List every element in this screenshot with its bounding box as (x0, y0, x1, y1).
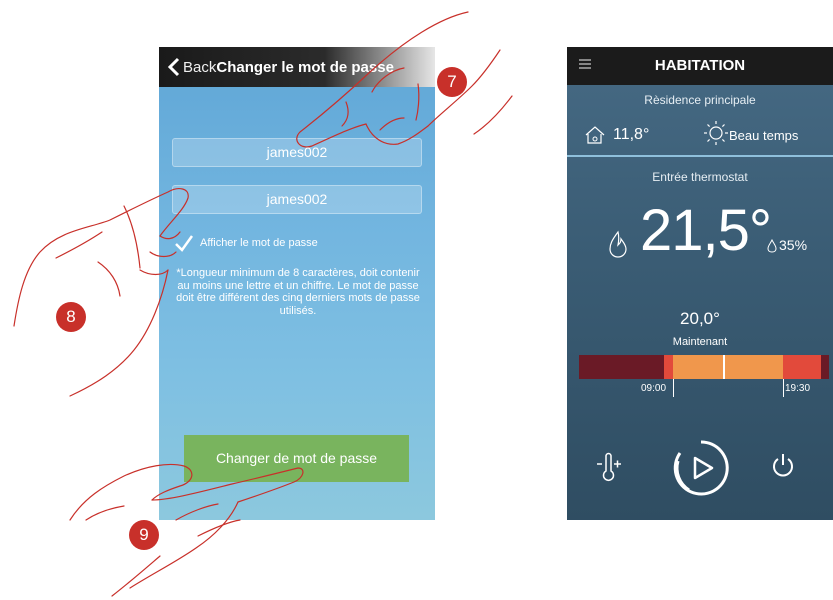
pointing-hands-illustration (13, 11, 513, 597)
step-badge-8: 8 (56, 302, 86, 332)
step-badge-9: 9 (129, 520, 159, 550)
step-badge-7: 7 (437, 67, 467, 97)
